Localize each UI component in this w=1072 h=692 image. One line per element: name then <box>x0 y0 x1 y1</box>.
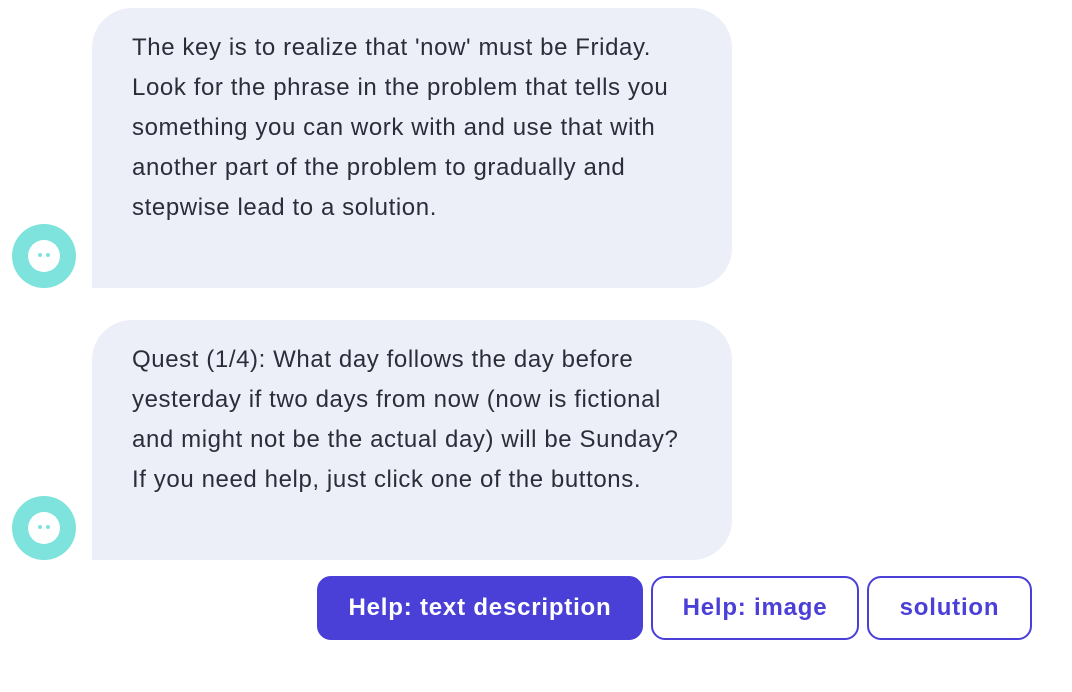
bot-message: Quest (1/4): What day follows the day be… <box>92 320 732 560</box>
robot-face-icon <box>28 240 60 272</box>
bot-message: The key is to realize that 'now' must be… <box>92 8 732 288</box>
solution-button[interactable]: solution <box>867 576 1032 640</box>
bot-avatar <box>12 496 76 560</box>
button-label: Help: image <box>682 594 828 621</box>
robot-face-icon <box>28 512 60 544</box>
help-image-button[interactable]: Help: image <box>651 576 859 640</box>
button-label: Help: text description <box>348 594 612 621</box>
button-label: solution <box>899 594 1000 621</box>
message-text: Quest (1/4): What day follows the day be… <box>132 346 679 493</box>
bot-avatar <box>12 224 76 288</box>
message-text: The key is to realize that 'now' must be… <box>132 34 669 221</box>
help-text-description-button[interactable]: Help: text description <box>317 576 643 640</box>
chat-window: The key is to realize that 'now' must be… <box>0 0 1072 692</box>
